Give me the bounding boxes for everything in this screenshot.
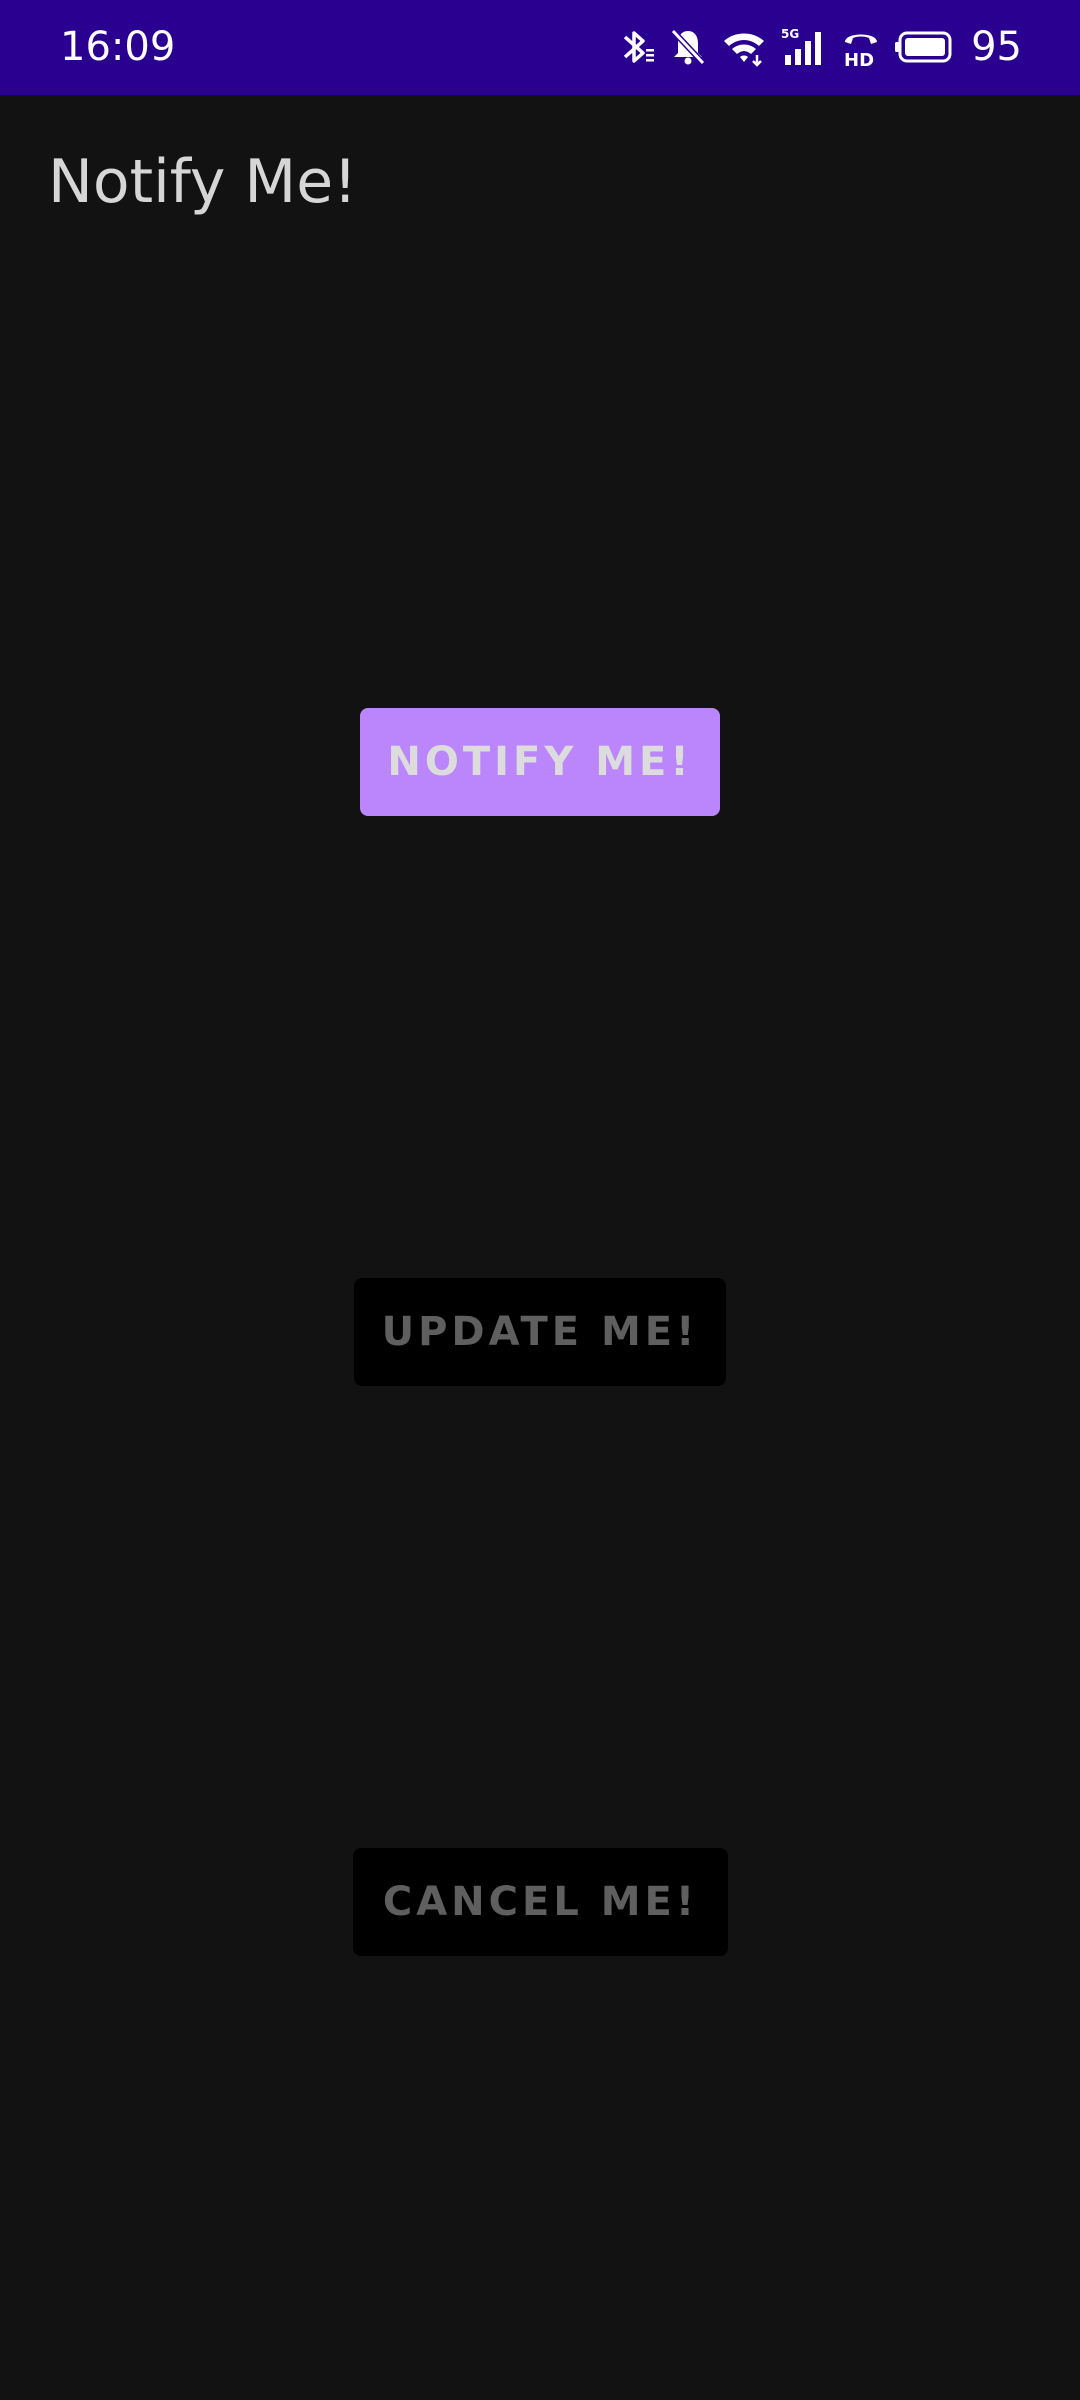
wifi-icon bbox=[721, 27, 767, 67]
page-title: Notify Me! bbox=[48, 147, 358, 217]
app-bar: Notify Me! bbox=[0, 95, 1080, 265]
battery-icon bbox=[895, 31, 953, 63]
cancel-me-button[interactable]: CANCEL ME! bbox=[353, 1848, 728, 1956]
status-bar: 16:09 5G HD 95 bbox=[0, 0, 1080, 95]
signal-5g-icon: 5G bbox=[781, 27, 827, 67]
notify-me-button[interactable]: NOTIFY ME! bbox=[360, 708, 720, 816]
bluetooth-icon bbox=[615, 25, 655, 69]
status-time: 16:09 bbox=[60, 24, 176, 70]
battery-level: 95 bbox=[971, 24, 1022, 70]
svg-text:5G: 5G bbox=[781, 27, 799, 41]
update-me-button[interactable]: UPDATE ME! bbox=[354, 1278, 726, 1386]
bell-off-icon bbox=[669, 27, 707, 67]
svg-text:HD: HD bbox=[844, 50, 874, 68]
status-icons: 5G HD 95 bbox=[615, 22, 1022, 72]
hd-call-icon: HD bbox=[841, 26, 881, 68]
